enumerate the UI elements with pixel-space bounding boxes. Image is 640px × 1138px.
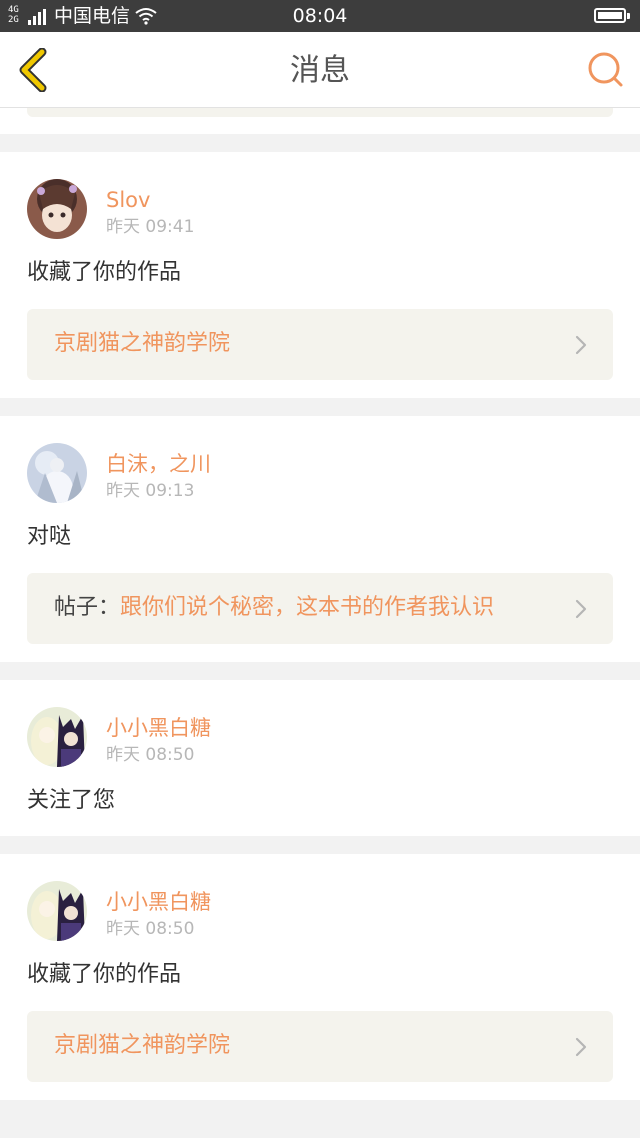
message-text: 对哒 bbox=[27, 524, 72, 549]
nav-bar: 消息 bbox=[0, 32, 640, 108]
chevron-right-icon bbox=[575, 335, 587, 355]
username[interactable]: Slov bbox=[106, 187, 150, 213]
post-title: 跟你们说个秘密，这本书的作者我认识 bbox=[120, 595, 495, 620]
battery-icon bbox=[594, 8, 630, 23]
timestamp: 昨天 08:50 bbox=[106, 919, 195, 939]
search-icon[interactable] bbox=[584, 50, 626, 90]
avatar[interactable] bbox=[27, 881, 87, 941]
avatar[interactable] bbox=[27, 443, 87, 503]
work-link[interactable]: 京剧猫之神韵学院 bbox=[27, 309, 613, 380]
work-link[interactable]: 京剧猫之神韵学院 bbox=[27, 1011, 613, 1082]
avatar[interactable] bbox=[27, 707, 87, 767]
message-text: 关注了您 bbox=[27, 788, 116, 813]
timestamp: 昨天 09:41 bbox=[106, 217, 195, 237]
clock: 08:04 bbox=[292, 5, 348, 27]
status-bar: 4G 2G 中国电信 08:04 bbox=[0, 0, 640, 32]
timestamp: 昨天 09:13 bbox=[106, 481, 195, 501]
chevron-right-icon bbox=[575, 599, 587, 619]
work-title: 京剧猫之神韵学院 bbox=[54, 331, 231, 356]
timestamp: 昨天 08:50 bbox=[106, 745, 195, 765]
message-card[interactable]: 小小黑白糖 昨天 08:50 收藏了你的作品 京剧猫之神韵学院 bbox=[0, 854, 640, 1100]
work-title: 京剧猫之神韵学院 bbox=[54, 1033, 231, 1058]
username[interactable]: 小小黑白糖 bbox=[106, 715, 211, 741]
message-card[interactable]: 白沫，之川 昨天 09:13 对哒 帖子：跟你们说个秘密，这本书的作者我认识 bbox=[0, 416, 640, 662]
chevron-right-icon bbox=[575, 1037, 587, 1057]
previous-message-remnant bbox=[0, 108, 640, 134]
username[interactable]: 白沫，之川 bbox=[106, 451, 211, 477]
page-title: 消息 bbox=[290, 53, 350, 88]
message-text: 收藏了你的作品 bbox=[27, 962, 182, 987]
username[interactable]: 小小黑白糖 bbox=[106, 889, 211, 915]
avatar[interactable] bbox=[27, 179, 87, 239]
message-card[interactable]: Slov 昨天 09:41 收藏了你的作品 京剧猫之神韵学院 bbox=[0, 152, 640, 398]
post-label: 帖子： bbox=[54, 595, 121, 620]
message-card[interactable]: 小小黑白糖 昨天 08:50 关注了您 bbox=[0, 680, 640, 836]
reference-box-remnant bbox=[27, 108, 613, 117]
post-link[interactable]: 帖子：跟你们说个秘密，这本书的作者我认识 bbox=[27, 573, 613, 644]
message-text: 收藏了你的作品 bbox=[27, 260, 182, 285]
